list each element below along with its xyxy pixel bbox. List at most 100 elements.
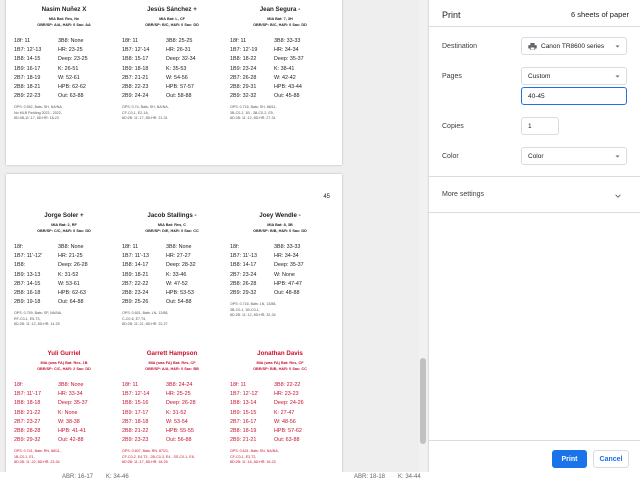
stat-right: HR: 34-34 (274, 47, 299, 54)
card-footnote: OPS: 0.716, Bats: LN, 13/88, 3B-C0-1, 1B-… (230, 302, 330, 318)
stat-left: 2B7: 21-21 (122, 74, 149, 81)
stat-row: 1B8: 15-17 Deep: 32-34 (122, 55, 222, 64)
player-ratings-line: OBR/SP: D/E, H&R: 0 Sac: CC (145, 229, 199, 233)
stat-left: 18f: 11 (230, 382, 247, 388)
destination-select[interactable]: Canon TR8600 series (521, 37, 627, 55)
stat-left: 2B7: 14-15 (14, 280, 41, 287)
stat-row: 1B8: 14-17 Deep: 35-37 (230, 261, 330, 270)
stat-right: HPB: 57-57 (166, 84, 194, 91)
copies-input[interactable]: 1 (521, 117, 559, 135)
pages-value: Custom (528, 72, 551, 80)
stat-row: 1B7: 11'-17 HR: 33-34 (14, 390, 114, 399)
color-select[interactable]: Color (521, 147, 627, 165)
stat-left: 1B8: 14-15 (14, 56, 41, 63)
stat-right: 3B8: 33-33 (274, 38, 301, 44)
stat-right: Out: 54-88 (166, 299, 192, 306)
stat-left: 18f: 11 (230, 38, 247, 44)
player-ratings-line: OBR/SP: B/B, H&R: 0 Sac: CC (253, 367, 307, 371)
cancel-button[interactable]: Cancel (593, 450, 629, 468)
stat-row: 2B7: 26-28 W: 42-42 (230, 74, 330, 83)
stat-right: W: 52-61 (58, 74, 80, 81)
stat-right: 3B8: None (166, 244, 192, 250)
pages-select[interactable]: Custom (521, 67, 627, 85)
stat-table: 18f: 3B8: None 1B7: 11'-12' HR: 21-25 1B8: De… (14, 243, 114, 307)
stat-row: 2B7: 16-17 W: 48-56 (230, 418, 330, 427)
stat-right: 3B8: 25-25 (166, 38, 193, 44)
stat-right: HPB: 62-62 (58, 84, 86, 91)
stat-right: Out: 45-88 (274, 93, 300, 100)
stat-right: W: 47-52 (166, 280, 188, 287)
stat-left: 2B9: 22-23 (14, 93, 41, 100)
stat-left: 1B7: 12'-13 (14, 47, 42, 54)
player-ratings-line: OBR/SP: B/B, H&R: 0 Sac: DD (253, 229, 307, 233)
print-preview[interactable]: Nasim Nuñez X MIA Bat: Res, Ne OBR/SP: A/A… (0, 0, 428, 482)
stat-left: 2B7: 23-27 (14, 418, 41, 425)
destination-label: Destination (442, 43, 478, 50)
stat-right: Deep: 35-37 (274, 262, 304, 269)
player-name: Nasim Nuñez X (41, 6, 87, 13)
stat-right: HR: 23-25 (58, 47, 83, 54)
card-footnote: OPS: 0.74, Bats: SH, NA/NA, CF-C0-1, E2-1… (122, 105, 222, 121)
stat-right: HR: 33-34 (58, 391, 83, 398)
stat-left: 1B9: 18-18 (122, 65, 149, 72)
stat-right: Out: 64-88 (58, 299, 84, 306)
stat-right: HR: 23-23 (274, 391, 299, 398)
chevron-down-icon[interactable] (615, 193, 621, 199)
stat-row: 2B9: 23-23 Out: 56-88 (122, 436, 222, 445)
player-card: Jonathan Davis MIA (was FA) Bat: Res, CF O… (230, 350, 330, 466)
card-footnote: OPS: 0.759, Bats: SP, NA/NA, RF-C0-1, E5-… (14, 311, 114, 327)
footnote-line: 8D:2B: 11'-12, 8D:HR: 32-34 (230, 313, 276, 318)
stat-right: 3B8: 24-24 (166, 382, 193, 388)
stat-table: 18f: 11 3B8: None 1B7: 12'-13 HR: 23-25 1B8:… (14, 37, 114, 101)
stat-row: 2B8: 16-18 HPB: 62-63 (14, 289, 114, 298)
player-name: Joey Wendle - (259, 212, 301, 219)
stat-row: 2B8: 29-31 HPB: 43-44 (230, 83, 330, 92)
stat-table: 18f: 11 3B8: 24-24 1B7: 12'-14 HR: 25-25 1B8… (122, 381, 222, 445)
stat-left: 2B9: 23-23 (122, 437, 149, 444)
stat-row: 1B8: 18-22 Deep: 35-37 (230, 55, 330, 64)
stat-row: 1B7: 12'-14 HR: 25-25 (122, 390, 222, 399)
stat-row: 18f: 3B8: None (14, 243, 114, 252)
stat-row: 18f: 11 3B8: None (14, 37, 114, 46)
stat-row: 2B9: 21-21 Out: 63-88 (230, 436, 330, 445)
stat-row: 1B8: 13-14 Deep: 24-26 (230, 399, 330, 408)
stat-left: 1B9: 16-17 (14, 65, 41, 72)
stat-left: 1B7: 12'-12' (230, 391, 259, 398)
stat-right: HPB: 53-53 (166, 290, 194, 297)
stat-right: W: 48-56 (274, 418, 296, 425)
stat-row: 1B9: 17-17 K: 31-52 (122, 409, 222, 418)
stat-row: 1B7: 12'-13 HR: 23-25 (14, 46, 114, 55)
stat-row: 1B9: 16-17 K: 26-51 (14, 65, 114, 74)
pages-range-value: 40-45 (528, 92, 545, 100)
stat-right: W: 38-38 (58, 418, 80, 425)
preview-page-1: Nasim Nuñez X MIA Bat: Res, Ne OBR/SP: A/A… (6, 0, 342, 165)
player-name: Jacob Stallings - (147, 212, 197, 219)
stat-row: 18f: 11 3B8: None (122, 243, 222, 252)
preview-scrollbar[interactable] (419, 0, 427, 482)
stat-row: 1B8: 14-17 Deep: 28-32 (122, 261, 222, 270)
peek-text: ABR: 18-18 (354, 474, 386, 480)
stat-row: 2B8: 26-28 HPB: 47-47 (230, 280, 330, 289)
divider (429, 212, 640, 213)
stat-right: K: 38-41 (274, 65, 295, 72)
stat-left: 2B8: 28-28 (14, 428, 41, 435)
player-card: Jean Segura - MIA Bat: 7, 3H OBR/SP: B/C, … (230, 6, 330, 122)
stat-right: Out: 56-88 (166, 437, 192, 444)
footnote-line: 8D:2B: 11'-12, 8D:HR: 14-25 (14, 322, 60, 327)
pages-range-input[interactable]: 40-45 (521, 87, 627, 105)
stat-left: 1B7: 11'-13 (230, 253, 258, 260)
stat-table: 18f: 11 3B8: None 1B7: 11'-13 HR: 27-27 1B8:… (122, 243, 222, 307)
more-settings-toggle[interactable]: More settings (442, 191, 484, 198)
stat-table: 18f: 11 3B8: 22-22 1B7: 12'-12' HR: 23-23 1B… (230, 381, 330, 445)
stat-left: 2B7: 16-17 (230, 418, 257, 425)
footnote-line: 8D:2B: 11'-22, 8D:HR: 23-34 (14, 460, 60, 465)
stat-right: HPB: 55-55 (166, 428, 194, 435)
stat-right: K: 31-52 (58, 271, 79, 278)
scrollbar-thumb[interactable] (420, 358, 426, 444)
peek-text: K: 34-46 (106, 474, 129, 480)
player-name: Yuli Gurriel (47, 350, 81, 357)
print-button[interactable]: Print (552, 450, 587, 468)
footnote-line: 8D:2B: 11'-17, 8D:HR: 18-25 (122, 460, 168, 465)
player-ratings-line: OBR/SP: A/A, H&R: 0 Sac: AA (37, 23, 91, 27)
stat-row: 2B8: 22-23 HPB: 57-57 (122, 83, 222, 92)
